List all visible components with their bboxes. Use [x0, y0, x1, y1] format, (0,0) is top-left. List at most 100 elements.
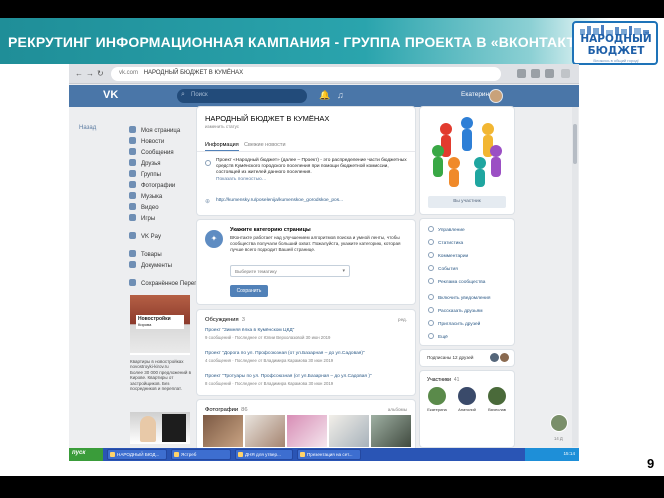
discussions-edit-link[interactable]: ред. [398, 317, 407, 322]
search-icon: ⌕ [181, 91, 185, 98]
url-title: НАРОДНЫЙ БЮДЖЕТ В КУМЁНАХ [143, 70, 244, 76]
ad-person [140, 416, 156, 442]
ad-image-2[interactable] [130, 412, 190, 444]
settings-icon [428, 226, 434, 232]
action-events[interactable]: События [428, 265, 458, 274]
back-arrow-icon[interactable]: ← [75, 69, 83, 78]
members-card: Участники 41 Екатерина Анатолий Вячеслав [420, 371, 514, 447]
action-share[interactable]: Рассказать друзьям [428, 307, 483, 316]
friends-count-label: Подписаны 12 друзей [427, 355, 474, 360]
photo-thumbnail[interactable] [245, 415, 285, 447]
friend-avatar [500, 353, 509, 362]
photo-thumbnail[interactable] [329, 415, 369, 447]
sidebar-item-vkpay[interactable]: VK Pay [129, 232, 161, 242]
action-ads[interactable]: Реклама сообщества [428, 278, 485, 287]
photo-thumbnail[interactable] [371, 415, 411, 447]
bell-icon [428, 294, 434, 300]
chat-count: 14 Д [554, 436, 563, 441]
group-site-link[interactable]: http://kumensky.ru/poselenija/kumenskoe_… [216, 198, 343, 203]
show-more-link[interactable]: Показать полностью… [216, 177, 267, 182]
address-bar[interactable]: vk.com НАРОДНЫЙ БЮДЖЕТ В КУМЁНАХ [111, 67, 501, 81]
windows-taskbar: пуск НАРОДНЫЙ БЮД... Ястреб ДНЯ для утве… [69, 448, 579, 461]
tab-news[interactable]: Свежие новости [244, 142, 286, 148]
save-button[interactable]: Сохранить [230, 285, 268, 297]
search-placeholder: Поиск [191, 92, 208, 98]
bottom-black-bar [0, 476, 664, 498]
discussion-topic[interactable]: Проект "Зимняя ёлка в Кумёнском ЦКД" 9 с… [205, 328, 410, 340]
action-more[interactable]: Ещё [428, 333, 448, 342]
sidebar-item-bookmarks[interactable]: Сохранённое Перего... [129, 279, 205, 289]
start-button[interactable]: пуск [69, 448, 103, 461]
sidebar-item-games[interactable]: Игры [129, 214, 155, 224]
music-note-icon[interactable]: ♫ [337, 90, 344, 100]
sidebar-item-friends[interactable]: Друзья [129, 159, 160, 169]
logo-line-2: БЮДЖЕТ [587, 45, 645, 57]
info-icon [205, 160, 211, 166]
system-tray-clock[interactable]: 15:14 [525, 448, 579, 461]
taskbar-item[interactable]: ДНЯ для утвер... [235, 449, 293, 460]
tab-info[interactable]: Информация [205, 142, 239, 151]
group-status-link[interactable]: изменить статус [205, 124, 239, 129]
sidebar-item-photos[interactable]: Фотографии [129, 181, 175, 191]
games-icon [129, 214, 136, 221]
groups-icon [129, 170, 136, 177]
member[interactable]: Екатерина [424, 387, 450, 412]
people-circle-icon[interactable] [424, 111, 510, 191]
menu-icon[interactable] [561, 69, 570, 78]
user-avatar[interactable] [489, 89, 503, 103]
category-text: ВКонтакте работает над улучшением алгори… [230, 235, 401, 252]
members-title[interactable]: Участники 41 [427, 377, 459, 383]
back-link[interactable]: Назад [79, 125, 96, 131]
sidebar-item-my-page[interactable]: Моя страница [129, 126, 180, 136]
photos-title[interactable]: Фотографии 86 [205, 407, 248, 413]
scrollbar-thumb[interactable] [573, 124, 577, 164]
sidebar-item-music[interactable]: Музыка [129, 192, 162, 202]
reload-icon[interactable]: ↻ [97, 69, 104, 78]
group-info-card: НАРОДНЫЙ БЮДЖЕТ В КУМЁНАХ изменить стату… [197, 107, 415, 215]
search-input[interactable]: ⌕ Поиск [177, 89, 307, 103]
sidebar-item-groups[interactable]: Группы [129, 170, 161, 180]
taskbar-item[interactable]: Презентация на сет... [297, 449, 361, 460]
action-manage[interactable]: Управление [428, 226, 465, 235]
sidebar-item-video[interactable]: Видео [129, 203, 159, 213]
sidebar-item-news[interactable]: Новости [129, 137, 164, 147]
sidebar-item-documents[interactable]: Документы [129, 261, 172, 271]
photo-thumbnail[interactable] [203, 415, 243, 447]
shield-icon[interactable] [545, 69, 554, 78]
discussion-topic[interactable]: Проект "Дорога по ул. Профсоюзная (от ул… [205, 351, 410, 363]
photo-thumbnail[interactable] [287, 415, 327, 447]
friend-avatar [490, 353, 499, 362]
taskbar-item[interactable]: НАРОДНЫЙ БЮД... [107, 449, 167, 460]
action-comments[interactable]: Комментарии [428, 252, 468, 261]
sidebar-item-messages[interactable]: Сообщения [129, 148, 174, 158]
extension-icon[interactable] [517, 69, 526, 78]
member[interactable]: Анатолий [454, 387, 480, 412]
user-name[interactable]: Екатерина [461, 91, 493, 98]
taskbar-item[interactable]: Ястреб [171, 449, 231, 460]
documents-icon [129, 261, 136, 268]
ad-brand: Новостройки Кирова [136, 315, 184, 329]
sidebar-item-goods[interactable]: Товары [129, 250, 162, 260]
chat-avatar[interactable] [550, 414, 568, 432]
vk-logo[interactable]: VK [103, 89, 119, 103]
discussions-title[interactable]: Обсуждения 3 [205, 317, 245, 323]
ad-text[interactable]: Квартиры в новостройках novostroyki-kiro… [130, 359, 192, 391]
forward-arrow-icon[interactable]: → [86, 69, 94, 78]
discussion-topic[interactable]: Проект "Тротуары по ул. Профсоюзная (от … [205, 374, 410, 386]
comments-icon [428, 252, 434, 258]
albums-link[interactable]: альбомы [388, 407, 407, 412]
membership-button[interactable]: Вы участник [428, 196, 506, 208]
category-select[interactable]: Выберите тематику ▾ [230, 265, 350, 277]
extension-icon[interactable] [531, 69, 540, 78]
ad-banner[interactable]: Новостройки Кирова [130, 295, 190, 355]
action-stats[interactable]: Статистика [428, 239, 463, 248]
music-icon [129, 192, 136, 199]
invite-icon [428, 320, 434, 326]
notification-bell-icon[interactable]: 🔔 [319, 90, 330, 101]
action-notifications[interactable]: Включить уведомления [428, 294, 490, 303]
friends-subscribed[interactable]: Подписаны 12 друзей [420, 350, 514, 366]
member-avatar [428, 387, 446, 405]
member[interactable]: Вячеслав [484, 387, 510, 412]
messages-icon [129, 148, 136, 155]
action-invite[interactable]: Пригласить друзей [428, 320, 480, 329]
